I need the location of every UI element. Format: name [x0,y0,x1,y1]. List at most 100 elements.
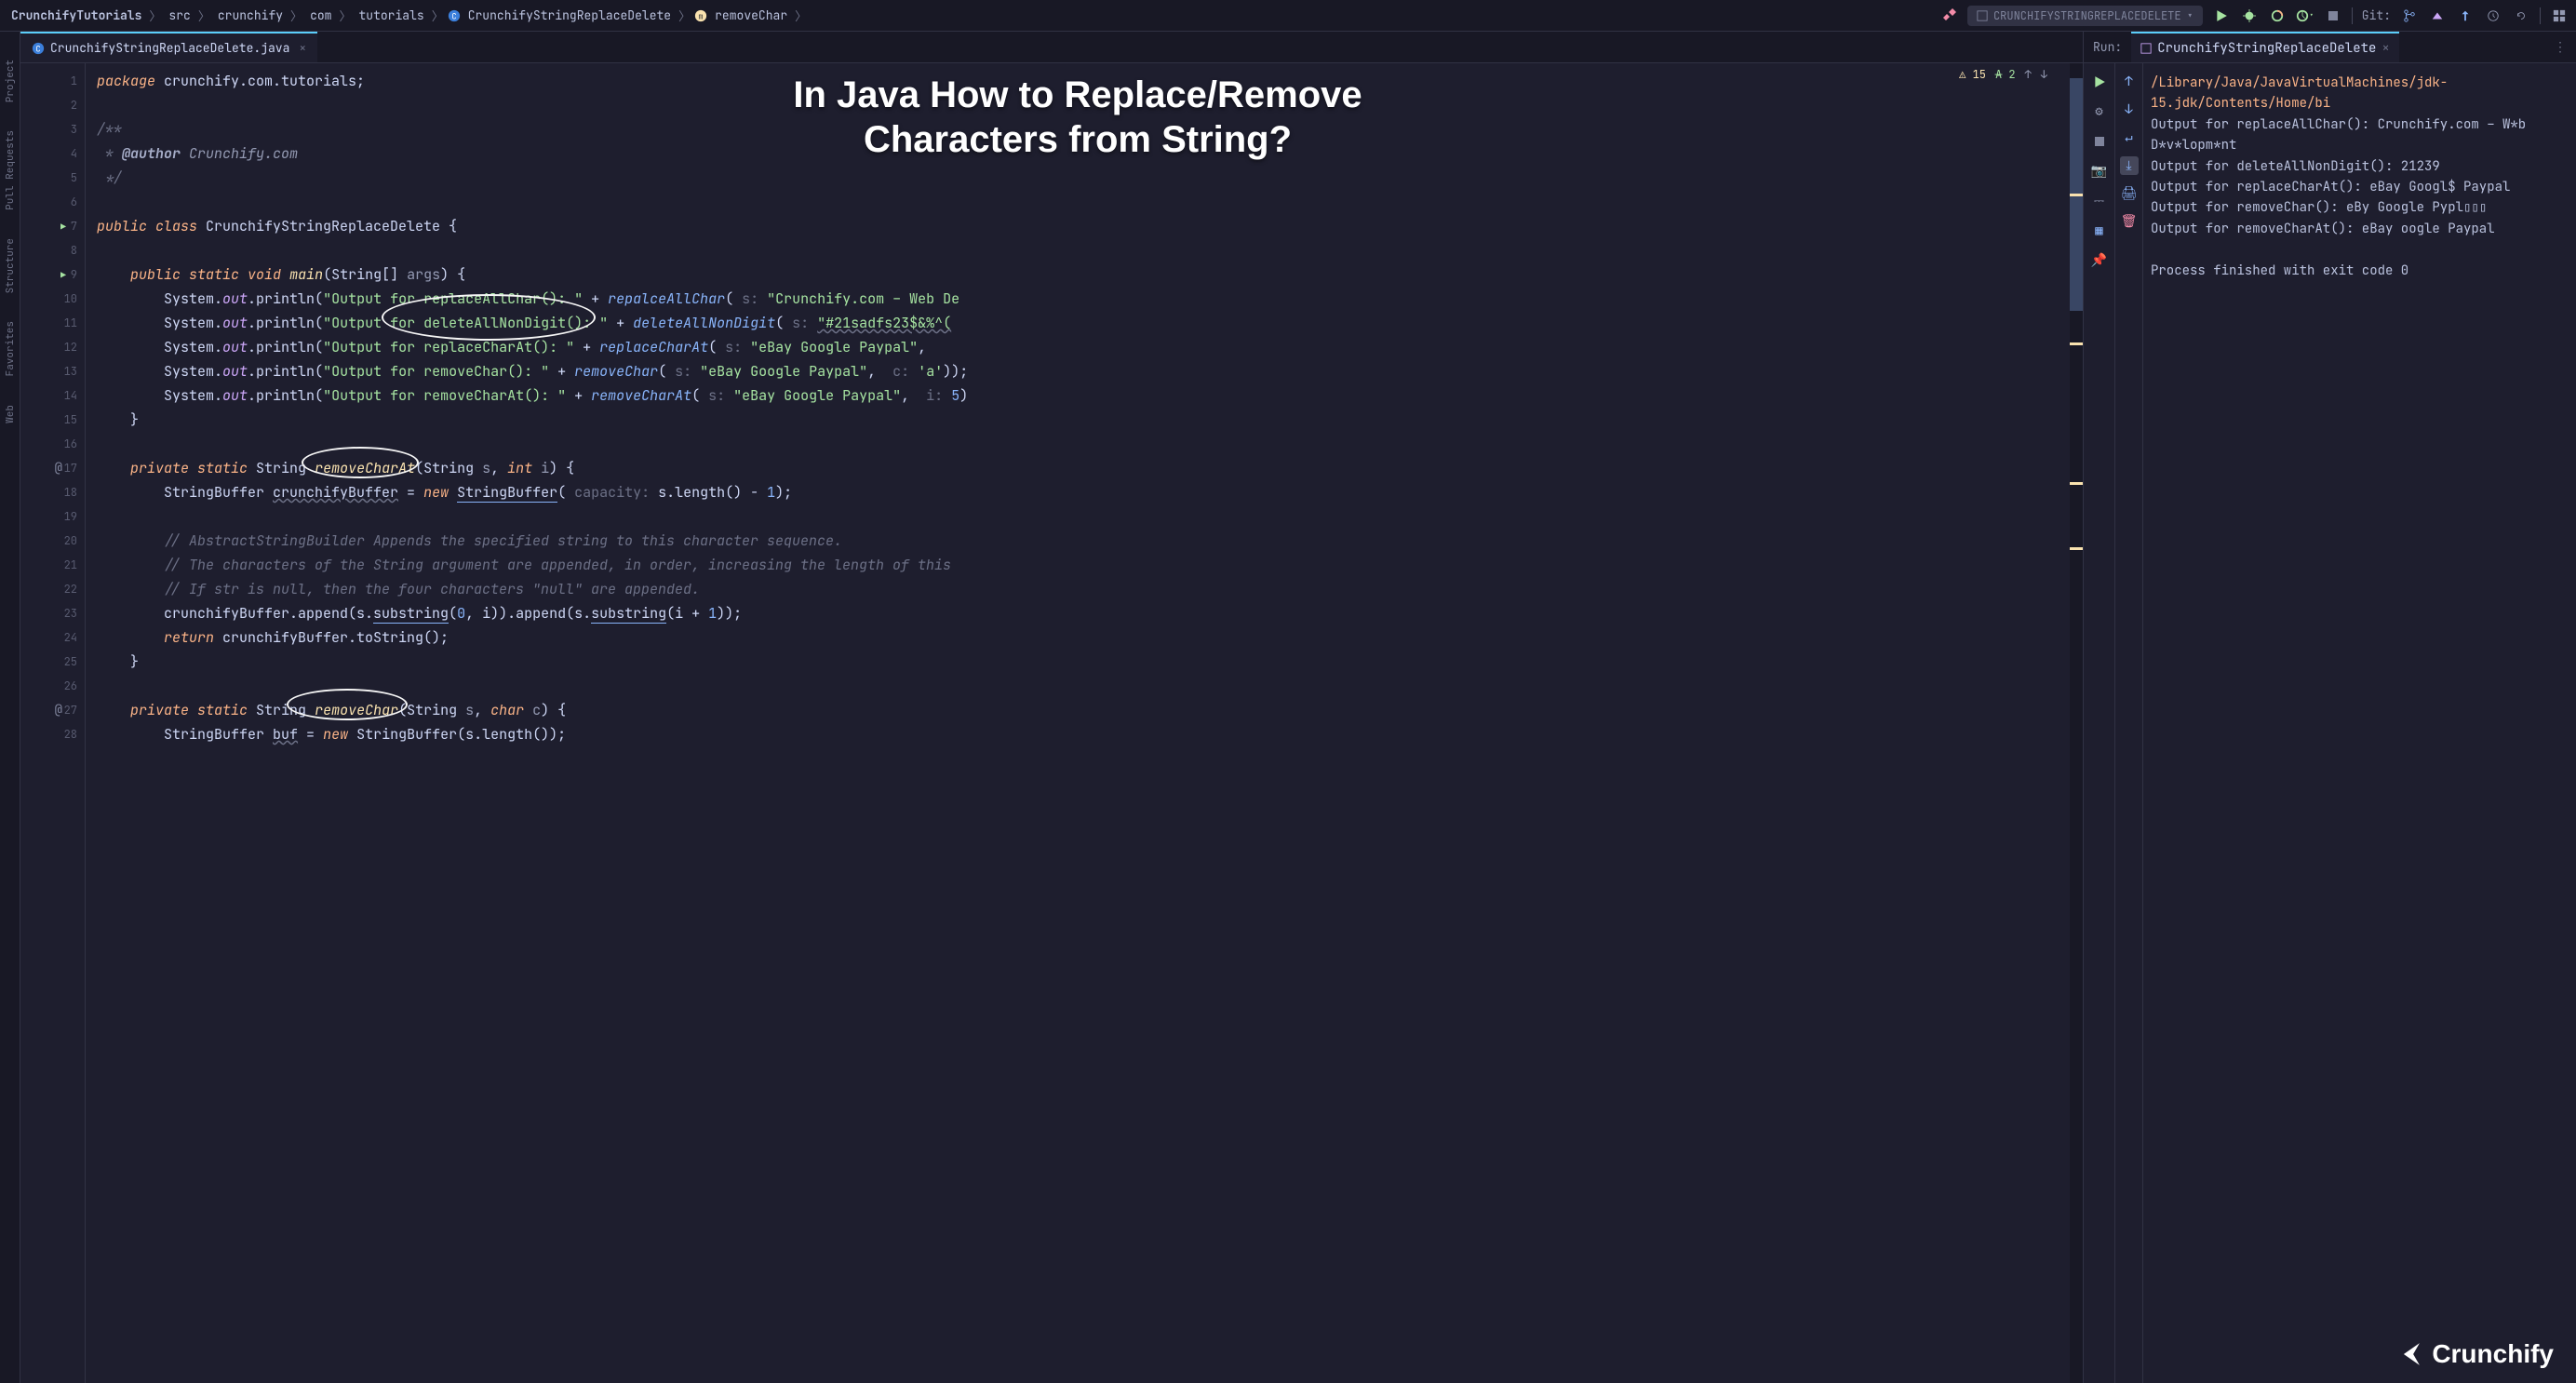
gutter-line[interactable]: 13 [20,359,85,383]
gutter-line[interactable]: 6 [20,190,85,214]
git-commit-icon[interactable] [2428,7,2447,25]
gutter-line[interactable]: 15 [20,408,85,432]
side-favorites[interactable]: Favorites [4,321,17,376]
typo-indicator[interactable]: A̶ 2 [1995,67,2016,82]
coverage-icon[interactable] [2268,7,2287,25]
warning-mark[interactable] [2070,342,2083,345]
side-pull-requests[interactable]: Pull Requests [4,130,17,210]
run-config-dropdown[interactable]: CRUNCHIFYSTRINGREPLACEDELETE ▾ [1967,6,2203,26]
gutter-line[interactable]: 5 [20,166,85,190]
crumb-method[interactable]: removeChar [711,6,791,25]
code-line[interactable] [97,190,2070,214]
code-line[interactable]: System.out.println("Output for replaceAl… [97,287,2070,311]
crumb-project[interactable]: CrunchifyTutorials [7,6,145,25]
gutter-line[interactable]: 23 [20,601,85,625]
gutter-line[interactable]: 12 [20,335,85,359]
code-line[interactable]: System.out.println("Output for deleteAll… [97,311,2070,335]
code-line[interactable]: } [97,408,2070,432]
code-line[interactable]: */ [97,166,2070,190]
code-line[interactable]: System.out.println("Output for removeCha… [97,383,2070,408]
gutter-line[interactable]: 20 [20,529,85,553]
code-line[interactable]: System.out.println("Output for replaceCh… [97,335,2070,359]
close-tab-icon[interactable]: × [299,40,306,56]
run-panel-menu-icon[interactable]: ⋮ [2554,39,2567,56]
override-gutter-icon[interactable]: @ [55,702,62,718]
code-line[interactable] [97,432,2070,456]
side-project[interactable]: Project [4,60,17,102]
git-update-icon[interactable] [2456,7,2475,25]
run-tab[interactable]: CrunchifyStringReplaceDelete × [2131,32,2399,62]
crumb-tutorials[interactable]: tutorials [355,6,427,25]
code-line[interactable]: StringBuffer buf = new StringBuffer(s.le… [97,722,2070,746]
gutter-line[interactable]: @27 [20,698,85,722]
code-line[interactable]: public class CrunchifyStringReplaceDelet… [97,214,2070,238]
crumb-crunchify[interactable]: crunchify [214,6,287,25]
gutter-line[interactable]: 28 [20,722,85,746]
crumb-src[interactable]: src [165,6,194,25]
gutter-line[interactable]: ▶7 [20,214,85,238]
gutter-line[interactable]: 26 [20,674,85,698]
code-line[interactable]: } [97,650,2070,674]
git-rollback-icon[interactable] [2512,7,2530,25]
camera-icon[interactable]: 📷 [2090,162,2109,181]
rerun-icon[interactable] [2090,73,2109,91]
run-gutter-icon[interactable]: ▶ [60,269,66,281]
softwrap-icon[interactable]: ↵ [2120,128,2139,147]
hammer-build-icon[interactable] [1939,7,1958,25]
warning-indicator[interactable]: ⚠ 15 [1959,67,1986,82]
print-icon[interactable]: 🖨 [2120,184,2139,203]
code-line[interactable]: System.out.println("Output for removeCha… [97,359,2070,383]
gutter-line[interactable]: 10 [20,287,85,311]
gutter-line[interactable]: 14 [20,383,85,408]
crumb-com[interactable]: com [306,6,335,25]
down-icon[interactable]: ↓ [2120,101,2139,119]
side-structure[interactable]: Structure [4,238,17,293]
settings-icon[interactable]: ⚙ [2090,102,2109,121]
search-everywhere-icon[interactable] [2550,7,2569,25]
code-line[interactable]: private static String removeChar(String … [97,698,2070,722]
profile-icon[interactable]: ▾ [2296,7,2314,25]
editor-tab[interactable]: C CrunchifyStringReplaceDelete.java × [20,32,317,62]
code-line[interactable] [97,238,2070,262]
git-branch-icon[interactable] [2400,7,2419,25]
gutter-line[interactable]: 11 [20,311,85,335]
override-gutter-icon[interactable]: @ [55,460,62,477]
gutter-line[interactable]: 8 [20,238,85,262]
code-line[interactable]: // The characters of the String argument… [97,553,2070,577]
code-line[interactable]: StringBuffer crunchifyBuffer = new Strin… [97,480,2070,504]
attach-icon[interactable]: ⎓ [2090,192,2109,210]
debug-icon[interactable] [2240,7,2259,25]
code-line[interactable]: public static void main(String[] args) { [97,262,2070,287]
crumb-file[interactable]: CrunchifyStringReplaceDelete [464,6,675,25]
pin-icon[interactable]: 📌 [2090,251,2109,270]
console[interactable]: /Library/Java/JavaVirtualMachines/jdk-15… [2143,63,2576,1383]
code-line[interactable] [97,674,2070,698]
gutter-line[interactable]: 25 [20,650,85,674]
code-body[interactable]: ⚠ 15 A̶ 2 ↑ ↓ In Java How to Replace/Rem… [86,63,2070,1383]
code-line[interactable]: private static String removeCharAt(Strin… [97,456,2070,480]
clear-icon[interactable]: 🗑 [2120,212,2139,231]
stop-run-icon[interactable] [2090,132,2109,151]
code-line[interactable]: return crunchifyBuffer.toString(); [97,625,2070,650]
layout-icon[interactable]: ▦ [2090,222,2109,240]
prev-highlight-icon[interactable]: ↑ [2025,67,2032,82]
stop-icon[interactable] [2324,7,2342,25]
close-run-tab-icon[interactable]: × [2381,40,2389,57]
warning-mark[interactable] [2070,194,2083,196]
gutter-line[interactable]: 2 [20,93,85,117]
side-web[interactable]: Web [4,405,17,423]
gutter-line[interactable]: 22 [20,577,85,601]
gutter-line[interactable]: 3 [20,117,85,141]
gutter-line[interactable]: 19 [20,504,85,529]
scroll-end-icon[interactable]: ⤓ [2120,156,2139,175]
next-highlight-icon[interactable]: ↓ [2041,67,2047,82]
warning-mark[interactable] [2070,482,2083,485]
gutter-line[interactable]: 24 [20,625,85,650]
gutter-line[interactable]: @17 [20,456,85,480]
gutter-line[interactable]: 1 [20,69,85,93]
up-icon[interactable]: ↑ [2120,73,2139,91]
gutter-line[interactable]: 21 [20,553,85,577]
run-gutter-icon[interactable]: ▶ [60,221,66,233]
warning-mark[interactable] [2070,547,2083,550]
gutter-line[interactable]: 18 [20,480,85,504]
